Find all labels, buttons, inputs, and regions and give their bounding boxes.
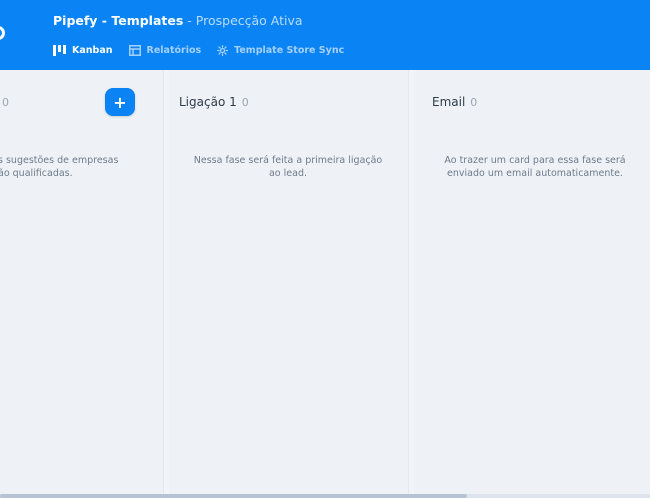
tab-label: Template Store Sync [234,44,345,56]
phase-description: s sugestões de empresas ão qualificadas. [0,155,119,179]
breadcrumb: Pipefy - Templates - Prospecção Ativa [53,11,303,29]
phase-description: Ao trazer um card para essa fase será en… [444,155,626,179]
tab-label: Relatórios [146,44,202,56]
breadcrumb-separator: - [187,12,192,28]
gear-icon [217,44,229,56]
tab-label: Kanban [72,44,113,56]
scrollbar-thumb[interactable] [0,494,467,498]
pipefy-logo-icon[interactable] [0,26,5,40]
phase-count: 0 [470,95,478,109]
column-divider [408,70,409,498]
tab-template-store-sync[interactable]: Template Store Sync [217,44,345,56]
app-title[interactable]: Pipefy - Templates [53,13,183,28]
column-divider [163,70,164,498]
phase-name: Ligação 1 [179,95,237,109]
add-card-button[interactable]: + [105,88,135,116]
tab-relatorios[interactable]: Relatórios [128,44,202,56]
report-icon [128,44,141,56]
phase-header[interactable]: Ligação 1 0 [179,93,249,111]
phase-header[interactable]: 0 [2,93,9,111]
plus-icon: + [113,92,127,112]
phase-header[interactable]: Email 0 [432,93,477,111]
phase-description: Nessa fase será feita a primeira ligação… [193,155,383,179]
phase-count: 0 [2,95,9,109]
phase-name: Email [432,95,466,109]
kanban-icon [53,44,66,56]
tab-kanban[interactable]: Kanban [53,44,113,56]
view-tabs: Kanban Relatórios Template Store Sync [53,42,360,58]
top-bar: Pipefy - Templates - Prospecção Ativa Ka… [0,0,650,70]
kanban-board: 0 + s sugestões de empresas ão qualifica… [0,70,650,498]
phase-count: 0 [241,95,249,109]
pipe-name[interactable]: Prospecção Ativa [196,13,303,28]
